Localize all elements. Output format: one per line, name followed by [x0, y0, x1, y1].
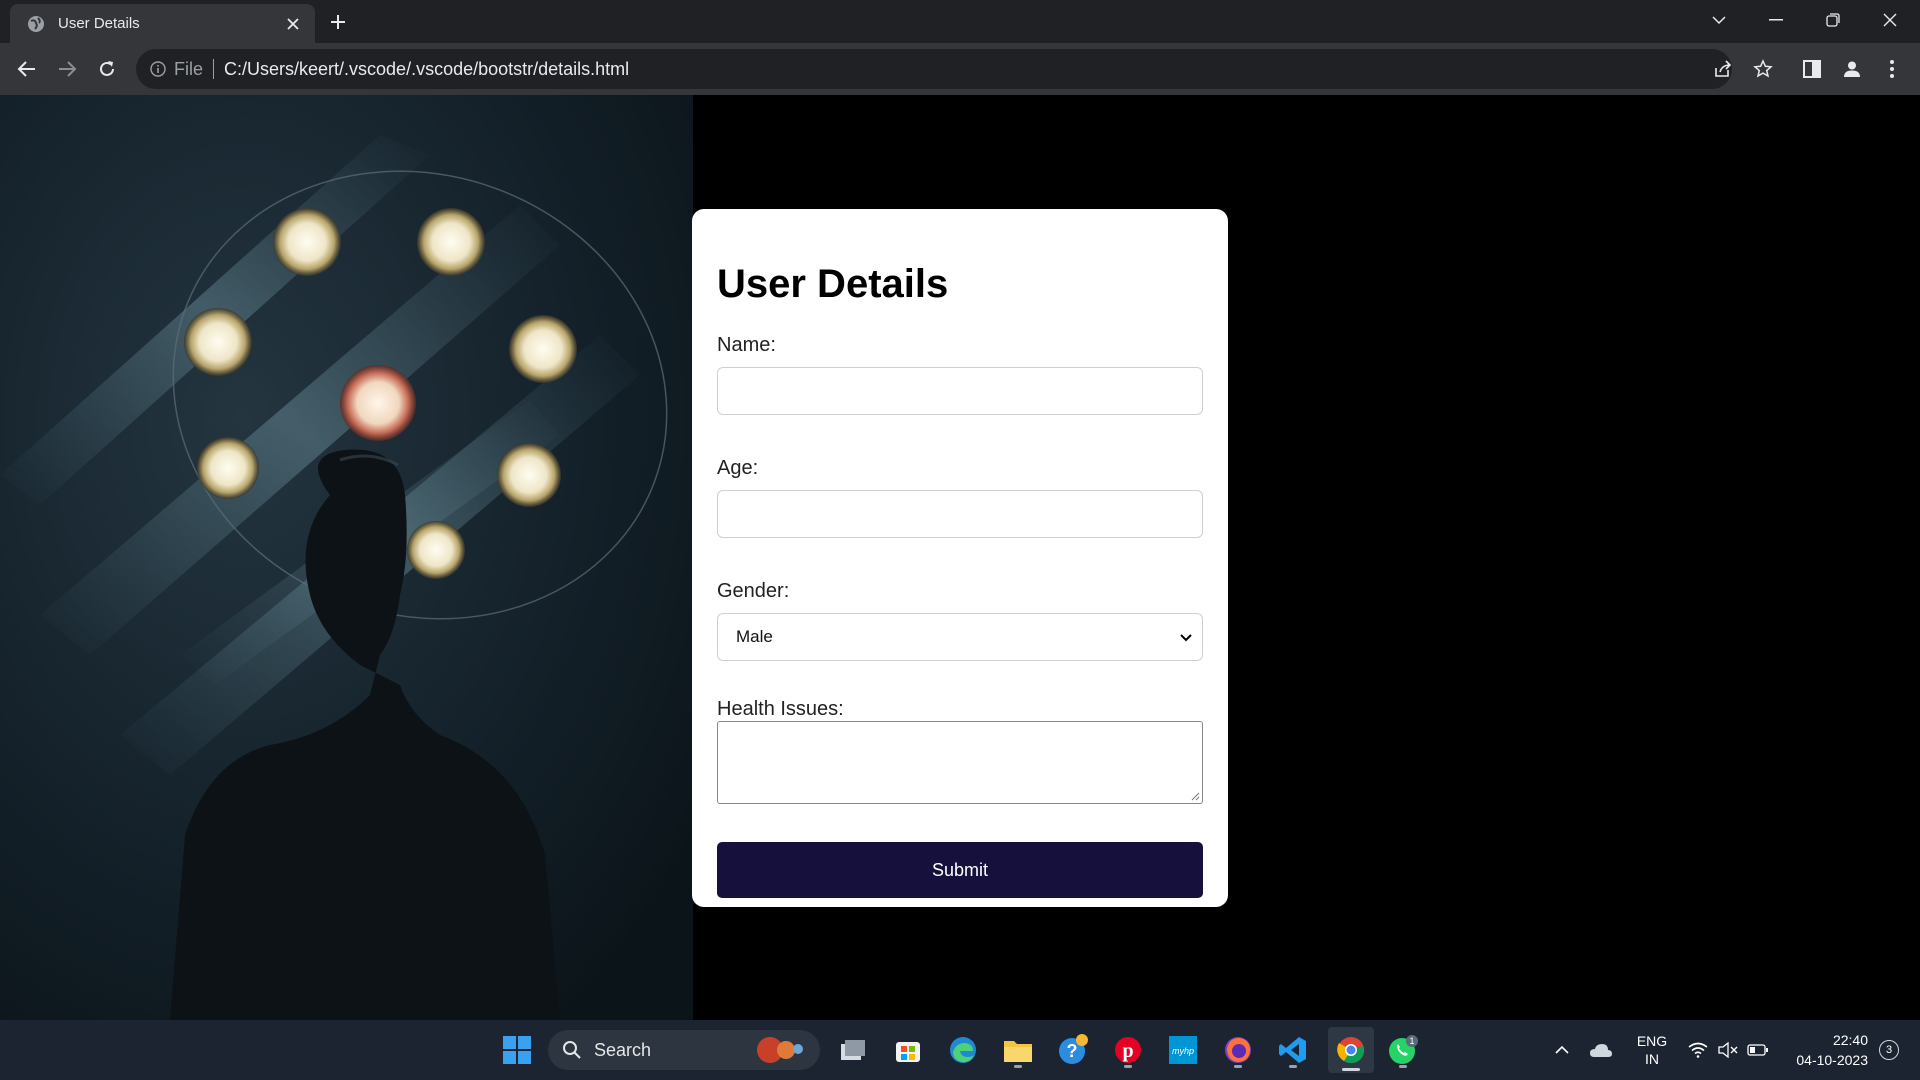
new-tab-button[interactable] [324, 8, 352, 36]
globe-icon [26, 14, 46, 34]
search-highlight-icon [757, 1037, 803, 1063]
info-icon[interactable] [150, 61, 166, 77]
running-indicator [1399, 1065, 1407, 1068]
tab-title: User Details [58, 15, 140, 32]
active-indicator [1342, 1068, 1360, 1071]
language-line1: ENG [1636, 1033, 1668, 1049]
notification-center[interactable]: 3 [1874, 1020, 1904, 1080]
notification-count: 3 [1879, 1040, 1899, 1060]
file-explorer-icon[interactable] [998, 1030, 1038, 1070]
resize-grip-icon[interactable] [1190, 791, 1200, 801]
edge-icon[interactable] [943, 1030, 983, 1070]
help-icon[interactable]: ? [1053, 1030, 1093, 1070]
chevron-down-icon [1180, 627, 1192, 647]
running-indicator [1289, 1065, 1297, 1068]
forward-button[interactable] [51, 53, 83, 85]
running-indicator [1014, 1065, 1022, 1068]
share-icon[interactable] [1709, 55, 1737, 83]
search-icon [563, 1041, 581, 1059]
back-button[interactable] [11, 53, 43, 85]
surgical-lights-photo [0, 95, 693, 1020]
taskbar-search-label: Search [594, 1039, 652, 1060]
close-window-icon[interactable] [1862, 0, 1918, 40]
taskbar-search[interactable]: Search [548, 1030, 820, 1070]
restore-icon[interactable] [1805, 0, 1861, 40]
url-text[interactable]: C:/Users/keert/.vscode/.vscode/bootstr/d… [224, 59, 629, 80]
vscode-icon[interactable] [1273, 1030, 1313, 1070]
address-divider [213, 59, 215, 79]
close-tab-icon[interactable] [283, 14, 303, 34]
browser-toolbar: File C:/Users/keert/.vscode/.vscode/boot… [0, 43, 1920, 95]
name-input[interactable] [717, 367, 1203, 415]
health-issues-label: Health Issues: [717, 698, 844, 720]
svg-text:myhp: myhp [1172, 1046, 1194, 1056]
reload-icon [100, 61, 114, 76]
menu-kebab-icon[interactable] [1878, 55, 1906, 83]
clock-time: 22:40 [1832, 1032, 1868, 1048]
age-input[interactable] [717, 490, 1203, 538]
onedrive-icon[interactable] [1586, 1020, 1616, 1080]
whatsapp-icon[interactable]: 1 [1383, 1030, 1423, 1070]
running-indicator [1234, 1065, 1242, 1068]
age-label: Age: [717, 457, 759, 479]
gender-selected-value: Male [736, 627, 773, 646]
firefox-icon[interactable] [1218, 1030, 1258, 1070]
forward-arrow-icon [59, 61, 77, 77]
minimize-icon[interactable] [1748, 0, 1804, 40]
side-panel-icon[interactable] [1798, 55, 1826, 83]
name-label: Name: [717, 334, 776, 356]
wifi-icon[interactable] [1684, 1020, 1712, 1080]
user-details-card: User Details Name: Age: Gender: Male Hea… [692, 209, 1228, 907]
pinterest-icon[interactable]: p [1108, 1030, 1148, 1070]
myhp-icon[interactable]: myhp [1163, 1030, 1203, 1070]
task-view-icon[interactable] [833, 1030, 873, 1070]
health-issues-textarea[interactable] [717, 721, 1203, 804]
bookmark-star-icon[interactable] [1749, 55, 1777, 83]
reload-button[interactable] [91, 53, 123, 85]
battery-icon[interactable] [1744, 1020, 1772, 1080]
tab-user-details[interactable]: User Details [10, 4, 315, 43]
scheme-label: File [174, 58, 204, 79]
tab-search-icon[interactable] [1691, 0, 1747, 40]
store-icon[interactable] [888, 1030, 928, 1070]
svg-text:p: p [1122, 1040, 1133, 1062]
volume-muted-icon[interactable] [1714, 1020, 1742, 1080]
address-bar[interactable]: File C:/Users/keert/.vscode/.vscode/boot… [136, 49, 1732, 89]
chrome-icon[interactable] [1328, 1027, 1374, 1073]
running-indicator [1124, 1065, 1132, 1068]
start-icon[interactable] [497, 1030, 537, 1070]
gender-label: Gender: [717, 580, 790, 602]
submit-button[interactable]: Submit [717, 842, 1203, 898]
back-arrow-icon [17, 61, 35, 77]
language-indicator[interactable]: ENG IN [1630, 1020, 1674, 1080]
whatsapp-badge: 1 [1409, 1036, 1414, 1046]
page-title: User Details [717, 262, 949, 306]
clock[interactable]: 22:40 04-10-2023 [1778, 1020, 1868, 1080]
tab-strip: User Details [0, 0, 1920, 43]
gender-select[interactable]: Male [717, 613, 1203, 661]
windows-taskbar: Search ? p myhp 1 ENG IN 22:40 04-10-202… [0, 1020, 1920, 1080]
clock-date: 04-10-2023 [1796, 1052, 1868, 1068]
page-viewport: User Details Name: Age: Gender: Male Hea… [0, 95, 1920, 1020]
language-line2: IN [1645, 1051, 1659, 1067]
show-hidden-icons-icon[interactable] [1548, 1020, 1576, 1080]
svg-text:?: ? [1067, 1041, 1078, 1061]
profile-icon[interactable] [1838, 55, 1866, 83]
